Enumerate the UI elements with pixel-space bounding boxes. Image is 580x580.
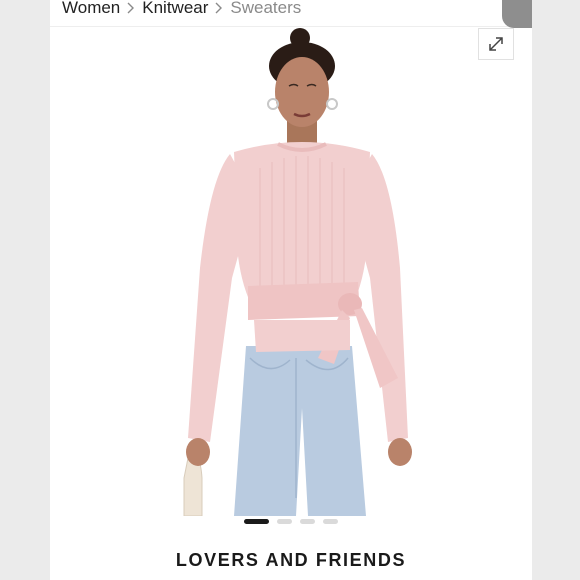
product-page: Women Knitwear Sweaters LOVERS AND FRIEN… bbox=[50, 0, 532, 580]
expand-arrows-icon bbox=[489, 37, 503, 51]
gallery-pagination bbox=[244, 519, 338, 524]
gallery-dot-3[interactable] bbox=[300, 519, 315, 524]
header-divider bbox=[50, 26, 532, 27]
product-image[interactable] bbox=[50, 28, 532, 516]
left-margin bbox=[0, 0, 50, 580]
gallery-dot-1[interactable] bbox=[244, 519, 269, 524]
corner-tab bbox=[502, 0, 532, 28]
chevron-right-icon bbox=[214, 2, 224, 14]
chevron-right-icon bbox=[126, 2, 136, 14]
breadcrumb-sweaters: Sweaters bbox=[230, 0, 302, 17]
gallery-dot-2[interactable] bbox=[277, 519, 292, 524]
breadcrumb-women[interactable]: Women bbox=[62, 0, 120, 18]
right-margin bbox=[532, 0, 580, 580]
breadcrumb-knitwear[interactable]: Knitwear bbox=[142, 0, 208, 18]
brand-name[interactable]: LOVERS AND FRIENDS bbox=[50, 550, 532, 571]
gallery-dot-4[interactable] bbox=[323, 519, 338, 524]
breadcrumb: Women Knitwear Sweaters bbox=[62, 0, 301, 20]
expand-image-button[interactable] bbox=[478, 28, 514, 60]
